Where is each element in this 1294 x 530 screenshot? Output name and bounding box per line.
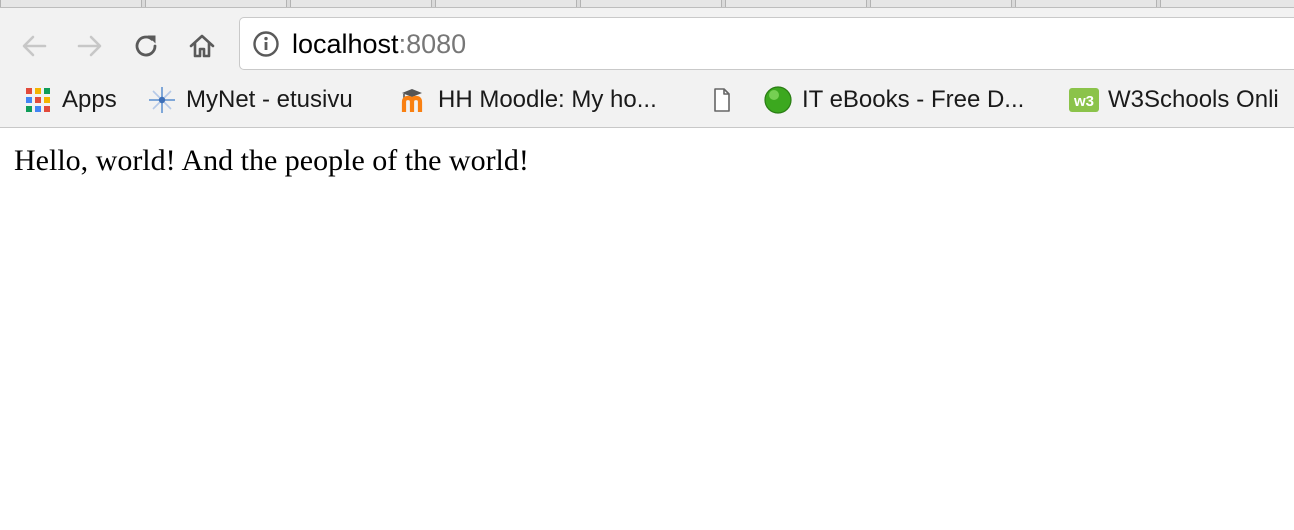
- bookmark-label: Apps: [62, 86, 117, 113]
- reload-icon: [135, 35, 157, 57]
- tab[interactable]: [580, 0, 722, 7]
- reload-button[interactable]: [128, 28, 164, 64]
- bookmark-mynet[interactable]: MyNet - etusivu: [146, 80, 353, 120]
- tab-strip[interactable]: [0, 0, 1294, 8]
- back-button[interactable]: [16, 28, 52, 64]
- forward-button[interactable]: [72, 28, 108, 64]
- tab[interactable]: [1160, 0, 1294, 7]
- svg-text:w3: w3: [1073, 93, 1094, 110]
- tab[interactable]: [435, 0, 577, 7]
- address-bar[interactable]: localhost:8080: [239, 17, 1294, 70]
- moodle-icon: [398, 84, 430, 116]
- tab[interactable]: [0, 0, 142, 7]
- tab[interactable]: [145, 0, 287, 7]
- hello-text: Hello, world! And the people of the worl…: [14, 144, 529, 177]
- bookmark-label: W3Schools Onli: [1108, 86, 1279, 113]
- url-host: localhost: [292, 29, 399, 59]
- arrow-right-icon: [77, 35, 102, 57]
- green-ball-icon: [762, 84, 794, 116]
- url-port: :8080: [398, 29, 467, 59]
- browser-toolbar: localhost:8080: [0, 8, 1294, 82]
- tab[interactable]: [290, 0, 432, 7]
- bookmark-label: HH Moodle: My ho...: [438, 86, 657, 113]
- browser-chrome: localhost:8080 Apps MyNet - etusivu HH M…: [0, 0, 1294, 128]
- url-text[interactable]: localhost:8080: [292, 27, 466, 61]
- bookmarks-bar: Apps MyNet - etusivu HH Moodle: My ho...…: [0, 80, 1294, 120]
- home-icon: [189, 34, 215, 58]
- bookmark-untitled[interactable]: [706, 80, 746, 120]
- bookmark-label: IT eBooks - Free D...: [802, 86, 1025, 113]
- w3schools-icon: w3: [1068, 84, 1100, 116]
- apps-grid-icon: [22, 84, 54, 116]
- page-content: Hello, world! And the people of the worl…: [0, 128, 1294, 530]
- bookmark-moodle[interactable]: HH Moodle: My ho...: [398, 80, 657, 120]
- bookmark-apps[interactable]: Apps: [22, 80, 117, 120]
- bookmark-label: MyNet - etusivu: [186, 86, 353, 113]
- bookmark-it-ebooks[interactable]: IT eBooks - Free D...: [762, 80, 1024, 120]
- bookmark-w3schools[interactable]: w3 W3Schools Onli: [1068, 80, 1279, 120]
- tab[interactable]: [725, 0, 867, 7]
- document-icon: [706, 84, 738, 116]
- tab[interactable]: [1015, 0, 1157, 7]
- arrow-left-icon: [22, 35, 47, 57]
- tab[interactable]: [870, 0, 1012, 7]
- mynet-icon: [146, 84, 178, 116]
- info-circle-icon[interactable]: [252, 30, 280, 58]
- home-button[interactable]: [184, 28, 220, 64]
